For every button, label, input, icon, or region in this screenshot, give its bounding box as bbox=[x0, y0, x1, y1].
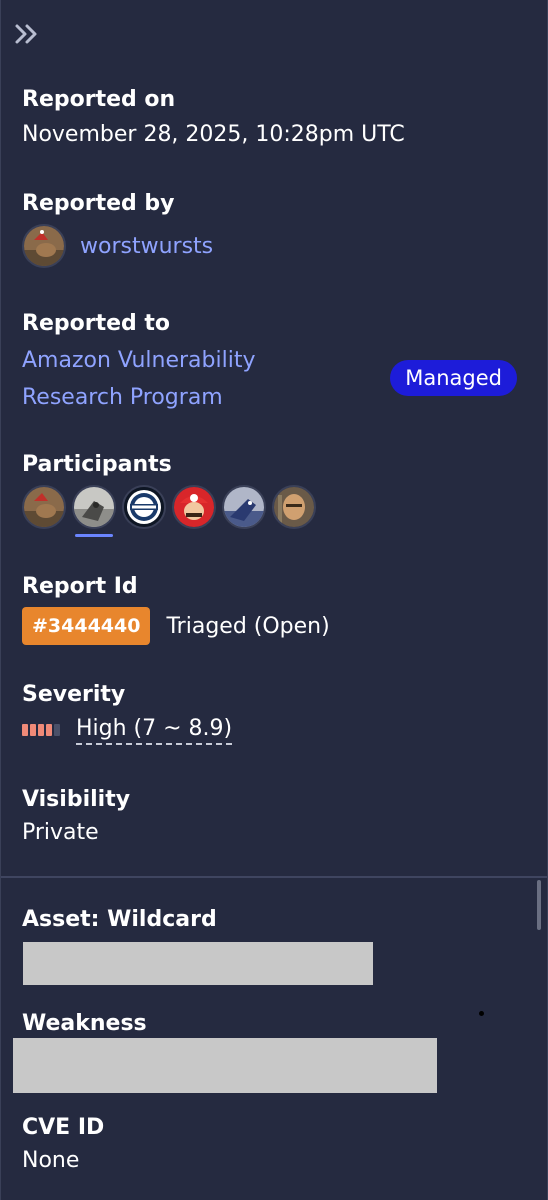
visibility-section: Visibility Private bbox=[22, 786, 527, 848]
dragon-avatar-icon bbox=[224, 487, 264, 527]
report-id-label: Report Id bbox=[22, 574, 138, 599]
weakness-label: Weakness bbox=[22, 1011, 147, 1036]
report-id-badge[interactable]: #3444440 bbox=[22, 607, 151, 645]
reporter-avatar-icon bbox=[24, 487, 64, 527]
severity-bar-segment bbox=[46, 724, 52, 736]
section-divider bbox=[1, 876, 547, 878]
scrollbar-thumb[interactable] bbox=[537, 880, 541, 930]
asset-redacted-block bbox=[23, 942, 373, 985]
laughing-man-avatar-icon bbox=[124, 487, 164, 527]
cve-label: CVE ID bbox=[22, 1115, 105, 1140]
managed-badge: Managed bbox=[390, 360, 517, 396]
visibility-value: Private bbox=[22, 820, 99, 845]
reported-by-section: Reported by worstwursts bbox=[22, 190, 527, 268]
collapse-sidebar-button[interactable] bbox=[13, 20, 41, 48]
severity-bar-segment bbox=[22, 724, 28, 736]
weakness-redacted-block bbox=[13, 1038, 437, 1093]
severity-label: Severity bbox=[22, 682, 126, 707]
reported-by-label: Reported by bbox=[22, 191, 175, 216]
participants-list bbox=[22, 485, 527, 537]
participant-avatar[interactable] bbox=[122, 485, 166, 529]
reporter-avatar-image-icon bbox=[24, 226, 64, 266]
warrior-avatar-icon bbox=[274, 487, 314, 527]
severity-value[interactable]: High (7 ~ 8.9) bbox=[76, 715, 233, 745]
reporter-row: worstwursts bbox=[22, 224, 527, 268]
weakness-section: Weakness bbox=[22, 1010, 527, 1038]
reported-on-section: Reported on November 28, 2025, 10:28pm U… bbox=[22, 86, 527, 150]
severity-bar-segment bbox=[54, 724, 60, 736]
severity-section: Severity High (7 ~ 8.9) bbox=[22, 681, 527, 745]
reporter-username-link[interactable]: worstwursts bbox=[80, 234, 213, 259]
reporter-avatar[interactable] bbox=[22, 224, 66, 268]
mario-avatar-icon bbox=[174, 487, 214, 527]
participant-avatar[interactable] bbox=[272, 485, 316, 529]
report-details-sidebar: Reported on November 28, 2025, 10:28pm U… bbox=[0, 0, 548, 1200]
severity-bar-segment bbox=[38, 724, 44, 736]
severity-meter bbox=[22, 724, 60, 736]
cve-value: None bbox=[22, 1148, 80, 1173]
visibility-label: Visibility bbox=[22, 787, 131, 812]
participant-avatar[interactable] bbox=[172, 485, 216, 529]
participant-avatar-active[interactable] bbox=[72, 485, 116, 537]
participants-label: Participants bbox=[22, 452, 172, 477]
wolf-avatar-icon bbox=[74, 487, 114, 527]
report-id-section: Report Id #3444440 Triaged (Open) bbox=[22, 573, 527, 645]
cve-section: CVE ID None bbox=[22, 1114, 527, 1176]
report-status: Triaged (Open) bbox=[166, 613, 330, 639]
participant-avatar[interactable] bbox=[22, 485, 66, 529]
severity-bar-segment bbox=[30, 724, 36, 736]
reported-on-label: Reported on bbox=[22, 87, 176, 112]
reported-to-label: Reported to bbox=[22, 311, 171, 336]
participants-section: Participants bbox=[22, 451, 527, 537]
reported-on-value: November 28, 2025, 10:28pm UTC bbox=[22, 122, 405, 147]
report-row: #3444440 Triaged (Open) bbox=[22, 607, 527, 645]
asset-label: Asset: Wildcard bbox=[22, 907, 217, 932]
stray-dot bbox=[479, 1011, 484, 1016]
asset-section: Asset: Wildcard bbox=[22, 906, 527, 934]
severity-row: High (7 ~ 8.9) bbox=[22, 715, 527, 745]
participant-avatar[interactable] bbox=[222, 485, 266, 529]
double-chevron-right-icon bbox=[15, 24, 37, 44]
